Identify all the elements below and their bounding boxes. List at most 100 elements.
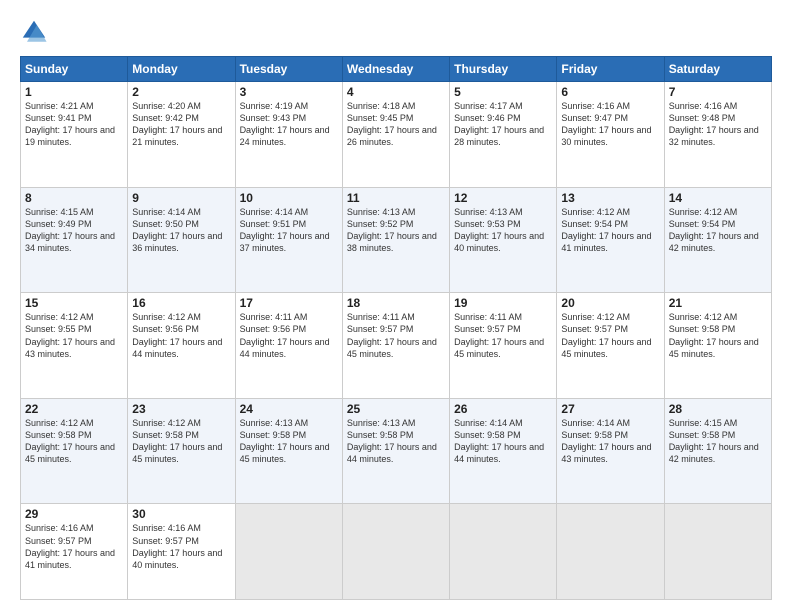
day-number: 11 xyxy=(347,191,445,205)
calendar-cell: 22Sunrise: 4:12 AMSunset: 9:58 PMDayligh… xyxy=(21,398,128,504)
calendar-cell: 1Sunrise: 4:21 AMSunset: 9:41 PMDaylight… xyxy=(21,82,128,188)
cell-sun-info: Sunrise: 4:13 AMSunset: 9:52 PMDaylight:… xyxy=(347,206,445,255)
day-number: 7 xyxy=(669,85,767,99)
cell-sun-info: Sunrise: 4:12 AMSunset: 9:55 PMDaylight:… xyxy=(25,311,123,360)
cell-sun-info: Sunrise: 4:12 AMSunset: 9:58 PMDaylight:… xyxy=(132,417,230,466)
day-number: 24 xyxy=(240,402,338,416)
header xyxy=(20,18,772,46)
day-number: 12 xyxy=(454,191,552,205)
weekday-header-thursday: Thursday xyxy=(450,57,557,82)
cell-sun-info: Sunrise: 4:12 AMSunset: 9:58 PMDaylight:… xyxy=(669,311,767,360)
cell-sun-info: Sunrise: 4:15 AMSunset: 9:58 PMDaylight:… xyxy=(669,417,767,466)
day-number: 30 xyxy=(132,507,230,521)
calendar-cell: 24Sunrise: 4:13 AMSunset: 9:58 PMDayligh… xyxy=(235,398,342,504)
cell-sun-info: Sunrise: 4:17 AMSunset: 9:46 PMDaylight:… xyxy=(454,100,552,149)
calendar-cell: 4Sunrise: 4:18 AMSunset: 9:45 PMDaylight… xyxy=(342,82,449,188)
cell-sun-info: Sunrise: 4:13 AMSunset: 9:58 PMDaylight:… xyxy=(240,417,338,466)
cell-sun-info: Sunrise: 4:11 AMSunset: 9:57 PMDaylight:… xyxy=(347,311,445,360)
calendar-week-1: 1Sunrise: 4:21 AMSunset: 9:41 PMDaylight… xyxy=(21,82,772,188)
cell-sun-info: Sunrise: 4:13 AMSunset: 9:53 PMDaylight:… xyxy=(454,206,552,255)
cell-sun-info: Sunrise: 4:11 AMSunset: 9:56 PMDaylight:… xyxy=(240,311,338,360)
calendar-cell: 2Sunrise: 4:20 AMSunset: 9:42 PMDaylight… xyxy=(128,82,235,188)
cell-sun-info: Sunrise: 4:13 AMSunset: 9:58 PMDaylight:… xyxy=(347,417,445,466)
cell-sun-info: Sunrise: 4:12 AMSunset: 9:57 PMDaylight:… xyxy=(561,311,659,360)
weekday-header-wednesday: Wednesday xyxy=(342,57,449,82)
calendar-cell: 18Sunrise: 4:11 AMSunset: 9:57 PMDayligh… xyxy=(342,293,449,399)
day-number: 25 xyxy=(347,402,445,416)
cell-sun-info: Sunrise: 4:11 AMSunset: 9:57 PMDaylight:… xyxy=(454,311,552,360)
calendar-cell: 30Sunrise: 4:16 AMSunset: 9:57 PMDayligh… xyxy=(128,504,235,600)
calendar-cell: 17Sunrise: 4:11 AMSunset: 9:56 PMDayligh… xyxy=(235,293,342,399)
calendar-cell: 12Sunrise: 4:13 AMSunset: 9:53 PMDayligh… xyxy=(450,187,557,293)
calendar-cell: 25Sunrise: 4:13 AMSunset: 9:58 PMDayligh… xyxy=(342,398,449,504)
day-number: 4 xyxy=(347,85,445,99)
calendar-cell xyxy=(342,504,449,600)
day-number: 9 xyxy=(132,191,230,205)
weekday-header-friday: Friday xyxy=(557,57,664,82)
calendar-week-4: 22Sunrise: 4:12 AMSunset: 9:58 PMDayligh… xyxy=(21,398,772,504)
cell-sun-info: Sunrise: 4:19 AMSunset: 9:43 PMDaylight:… xyxy=(240,100,338,149)
cell-sun-info: Sunrise: 4:18 AMSunset: 9:45 PMDaylight:… xyxy=(347,100,445,149)
calendar-cell: 29Sunrise: 4:16 AMSunset: 9:57 PMDayligh… xyxy=(21,504,128,600)
cell-sun-info: Sunrise: 4:12 AMSunset: 9:58 PMDaylight:… xyxy=(25,417,123,466)
calendar-cell: 23Sunrise: 4:12 AMSunset: 9:58 PMDayligh… xyxy=(128,398,235,504)
calendar-cell: 26Sunrise: 4:14 AMSunset: 9:58 PMDayligh… xyxy=(450,398,557,504)
calendar-cell xyxy=(557,504,664,600)
calendar-cell: 19Sunrise: 4:11 AMSunset: 9:57 PMDayligh… xyxy=(450,293,557,399)
calendar-cell: 16Sunrise: 4:12 AMSunset: 9:56 PMDayligh… xyxy=(128,293,235,399)
day-number: 1 xyxy=(25,85,123,99)
calendar-cell: 20Sunrise: 4:12 AMSunset: 9:57 PMDayligh… xyxy=(557,293,664,399)
day-number: 27 xyxy=(561,402,659,416)
weekday-header-monday: Monday xyxy=(128,57,235,82)
calendar-cell: 13Sunrise: 4:12 AMSunset: 9:54 PMDayligh… xyxy=(557,187,664,293)
day-number: 20 xyxy=(561,296,659,310)
weekday-header-tuesday: Tuesday xyxy=(235,57,342,82)
calendar-cell: 6Sunrise: 4:16 AMSunset: 9:47 PMDaylight… xyxy=(557,82,664,188)
calendar-cell: 21Sunrise: 4:12 AMSunset: 9:58 PMDayligh… xyxy=(664,293,771,399)
calendar-cell: 7Sunrise: 4:16 AMSunset: 9:48 PMDaylight… xyxy=(664,82,771,188)
day-number: 18 xyxy=(347,296,445,310)
day-number: 22 xyxy=(25,402,123,416)
calendar-table: SundayMondayTuesdayWednesdayThursdayFrid… xyxy=(20,56,772,600)
day-number: 10 xyxy=(240,191,338,205)
day-number: 29 xyxy=(25,507,123,521)
day-number: 6 xyxy=(561,85,659,99)
calendar-cell: 9Sunrise: 4:14 AMSunset: 9:50 PMDaylight… xyxy=(128,187,235,293)
calendar-cell xyxy=(664,504,771,600)
calendar-week-2: 8Sunrise: 4:15 AMSunset: 9:49 PMDaylight… xyxy=(21,187,772,293)
day-number: 21 xyxy=(669,296,767,310)
calendar-cell: 14Sunrise: 4:12 AMSunset: 9:54 PMDayligh… xyxy=(664,187,771,293)
day-number: 19 xyxy=(454,296,552,310)
cell-sun-info: Sunrise: 4:20 AMSunset: 9:42 PMDaylight:… xyxy=(132,100,230,149)
day-number: 14 xyxy=(669,191,767,205)
calendar-cell: 27Sunrise: 4:14 AMSunset: 9:58 PMDayligh… xyxy=(557,398,664,504)
logo xyxy=(20,18,52,46)
day-number: 26 xyxy=(454,402,552,416)
calendar-week-3: 15Sunrise: 4:12 AMSunset: 9:55 PMDayligh… xyxy=(21,293,772,399)
calendar-cell: 3Sunrise: 4:19 AMSunset: 9:43 PMDaylight… xyxy=(235,82,342,188)
weekday-header-sunday: Sunday xyxy=(21,57,128,82)
cell-sun-info: Sunrise: 4:15 AMSunset: 9:49 PMDaylight:… xyxy=(25,206,123,255)
cell-sun-info: Sunrise: 4:16 AMSunset: 9:57 PMDaylight:… xyxy=(132,522,230,571)
day-number: 16 xyxy=(132,296,230,310)
cell-sun-info: Sunrise: 4:14 AMSunset: 9:50 PMDaylight:… xyxy=(132,206,230,255)
cell-sun-info: Sunrise: 4:12 AMSunset: 9:54 PMDaylight:… xyxy=(669,206,767,255)
cell-sun-info: Sunrise: 4:16 AMSunset: 9:47 PMDaylight:… xyxy=(561,100,659,149)
calendar-week-5: 29Sunrise: 4:16 AMSunset: 9:57 PMDayligh… xyxy=(21,504,772,600)
weekday-header-saturday: Saturday xyxy=(664,57,771,82)
day-number: 17 xyxy=(240,296,338,310)
cell-sun-info: Sunrise: 4:16 AMSunset: 9:57 PMDaylight:… xyxy=(25,522,123,571)
cell-sun-info: Sunrise: 4:21 AMSunset: 9:41 PMDaylight:… xyxy=(25,100,123,149)
calendar-cell: 5Sunrise: 4:17 AMSunset: 9:46 PMDaylight… xyxy=(450,82,557,188)
cell-sun-info: Sunrise: 4:16 AMSunset: 9:48 PMDaylight:… xyxy=(669,100,767,149)
day-number: 23 xyxy=(132,402,230,416)
cell-sun-info: Sunrise: 4:14 AMSunset: 9:58 PMDaylight:… xyxy=(561,417,659,466)
calendar-cell: 28Sunrise: 4:15 AMSunset: 9:58 PMDayligh… xyxy=(664,398,771,504)
cell-sun-info: Sunrise: 4:12 AMSunset: 9:56 PMDaylight:… xyxy=(132,311,230,360)
calendar-cell: 11Sunrise: 4:13 AMSunset: 9:52 PMDayligh… xyxy=(342,187,449,293)
cell-sun-info: Sunrise: 4:14 AMSunset: 9:51 PMDaylight:… xyxy=(240,206,338,255)
weekday-header-row: SundayMondayTuesdayWednesdayThursdayFrid… xyxy=(21,57,772,82)
cell-sun-info: Sunrise: 4:12 AMSunset: 9:54 PMDaylight:… xyxy=(561,206,659,255)
day-number: 28 xyxy=(669,402,767,416)
cell-sun-info: Sunrise: 4:14 AMSunset: 9:58 PMDaylight:… xyxy=(454,417,552,466)
